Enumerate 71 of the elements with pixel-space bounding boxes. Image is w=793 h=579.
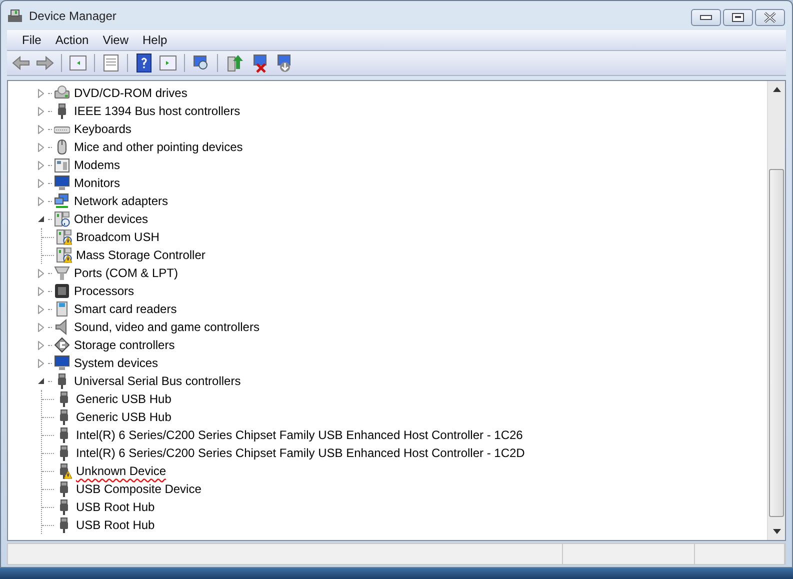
menu-item[interactable]: File xyxy=(15,33,48,47)
tree-item[interactable]: Modems xyxy=(73,158,122,172)
collapse-arrow-icon[interactable] xyxy=(36,214,46,224)
scroll-down-icon[interactable] xyxy=(772,529,780,534)
device-icon xyxy=(54,265,70,281)
device-icon xyxy=(54,193,70,209)
tree-item[interactable]: Generic USB Hub xyxy=(75,392,172,406)
properties-icon[interactable] xyxy=(101,53,121,73)
expand-arrow-icon[interactable] xyxy=(36,142,46,152)
tree-item[interactable]: Other devices xyxy=(73,212,150,226)
expand-arrow-icon[interactable] xyxy=(36,106,46,116)
help-icon[interactable] xyxy=(134,53,154,73)
menu-item[interactable]: Action xyxy=(48,33,96,47)
device-icon xyxy=(54,337,70,353)
expand-arrow-icon[interactable] xyxy=(36,88,46,98)
expand-arrow-icon[interactable] xyxy=(36,340,46,350)
tree-item[interactable]: USB Root Hub xyxy=(75,518,156,532)
expand-arrow-icon[interactable] xyxy=(36,286,46,296)
menu-item[interactable]: Help xyxy=(136,33,174,47)
maximize-button[interactable] xyxy=(723,9,753,26)
forward-icon[interactable] xyxy=(35,53,55,73)
tree-item[interactable]: Monitors xyxy=(73,176,122,190)
tree-item[interactable]: Ports (COM & LPT) xyxy=(73,266,180,280)
device-icon xyxy=(54,157,70,173)
device-icon xyxy=(54,211,70,227)
tree-item[interactable]: Universal Serial Bus controllers xyxy=(73,374,242,388)
minimize-icon xyxy=(700,15,712,20)
device-icon xyxy=(54,355,70,371)
device-icon xyxy=(54,85,70,101)
tree-item[interactable]: Intel(R) 6 Series/C200 Series Chipset Family USB Enhanced Host Controller - 1C2D xyxy=(75,446,526,460)
tree-item[interactable]: Keyboards xyxy=(73,122,132,136)
expand-arrow-icon[interactable] xyxy=(36,196,46,206)
expand-arrow-icon[interactable] xyxy=(36,178,46,188)
tree-item[interactable]: Mass Storage Controller xyxy=(75,248,206,262)
tree-item[interactable]: Smart card readers xyxy=(73,302,178,316)
minimize-button[interactable] xyxy=(691,9,721,26)
tree-item[interactable]: DVD/CD-ROM drives xyxy=(73,86,188,100)
action-pane-icon[interactable] xyxy=(158,53,178,73)
expand-arrow-icon[interactable] xyxy=(36,160,46,170)
back-icon[interactable] xyxy=(11,53,31,73)
tree-item[interactable]: IEEE 1394 Bus host controllers xyxy=(73,104,242,118)
window-title: Device Manager xyxy=(29,8,116,22)
tree-item[interactable]: Unknown Device xyxy=(75,464,168,478)
device-icon xyxy=(54,283,70,299)
tree-item[interactable]: Mice and other pointing devices xyxy=(73,140,244,154)
console-tree-icon[interactable] xyxy=(68,53,88,73)
tree-item[interactable]: Storage controllers xyxy=(73,338,176,352)
tree-item[interactable]: Network adapters xyxy=(73,194,170,208)
tree-item[interactable]: Sound, video and game controllers xyxy=(73,320,260,334)
device-icon xyxy=(54,175,70,191)
maximize-icon xyxy=(732,13,744,22)
tree-item[interactable]: USB Composite Device xyxy=(75,482,202,496)
close-icon xyxy=(763,12,777,23)
tree-item[interactable]: System devices xyxy=(73,356,160,370)
tree-item[interactable]: Broadcom USH xyxy=(75,230,160,244)
expand-arrow-icon[interactable] xyxy=(36,322,46,332)
expand-arrow-icon[interactable] xyxy=(36,268,46,278)
tree-item[interactable]: Processors xyxy=(73,284,136,298)
collapse-arrow-icon[interactable] xyxy=(36,376,46,386)
expand-arrow-icon[interactable] xyxy=(36,124,46,134)
tree-item[interactable]: USB Root Hub xyxy=(75,500,156,514)
expand-arrow-icon[interactable] xyxy=(36,304,46,314)
tree-item[interactable]: Intel(R) 6 Series/C200 Series Chipset Family USB Enhanced Host Controller - 1C26 xyxy=(75,428,524,442)
device-icon xyxy=(54,301,70,317)
scroll-up-icon[interactable] xyxy=(772,87,780,92)
expand-arrow-icon[interactable] xyxy=(36,358,46,368)
tree-item[interactable]: Generic USB Hub xyxy=(75,410,172,424)
scrollbar[interactable] xyxy=(767,81,785,540)
close-button[interactable] xyxy=(755,9,785,26)
app-icon xyxy=(7,8,23,24)
menu-item[interactable]: View xyxy=(96,33,136,47)
